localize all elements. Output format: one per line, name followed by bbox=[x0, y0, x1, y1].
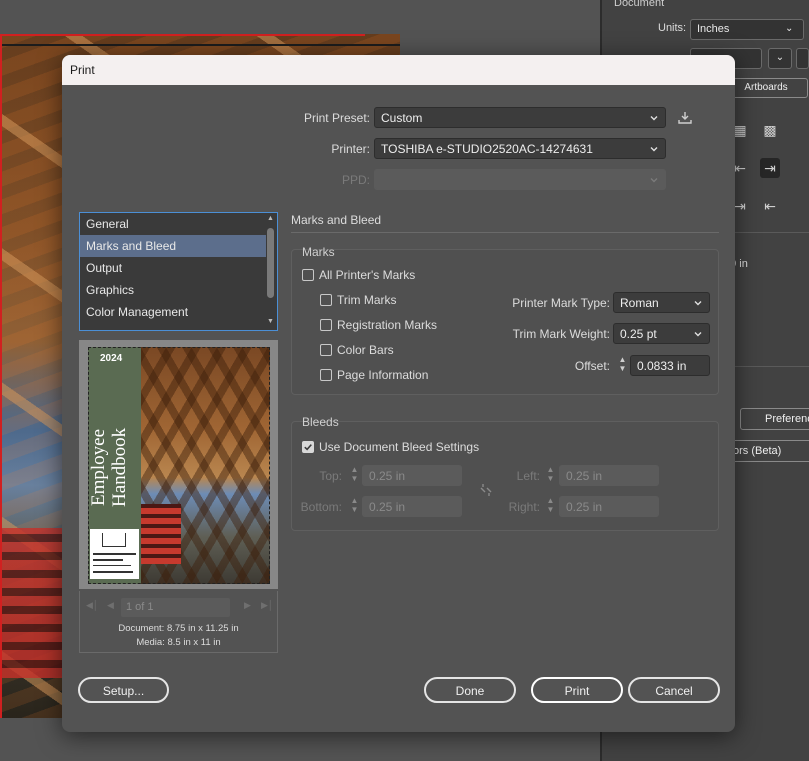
scroll-up-icon[interactable]: ▲ bbox=[266, 215, 275, 225]
print-preset-value: Custom bbox=[381, 111, 423, 125]
link-broken-icon bbox=[479, 482, 493, 498]
offset-input[interactable]: 0.0833 in bbox=[630, 355, 710, 376]
marks-group-title: Marks bbox=[302, 245, 335, 259]
cancel-button[interactable]: Cancel bbox=[628, 677, 720, 703]
printer-label: Printer: bbox=[331, 142, 370, 156]
page-field: 1 of 1 bbox=[121, 598, 230, 617]
bleed-bottom-stepper-icon: ▲ ▼ bbox=[350, 496, 359, 514]
bleed-left-stepper-icon: ▲ ▼ bbox=[546, 465, 555, 483]
category-list[interactable]: General Marks and Bleed Output Graphics … bbox=[79, 212, 278, 331]
printer-dropdown[interactable]: TOSHIBA e-STUDIO2520AC-14274631 bbox=[374, 138, 666, 159]
print-dialog: Print Print Preset: Custom Printer: TOSH… bbox=[62, 55, 735, 732]
dialog-title: Print bbox=[70, 63, 95, 77]
document-size-info: Document: 8.75 in x 11.25 in bbox=[118, 623, 239, 634]
scroll-thumb[interactable] bbox=[267, 228, 274, 298]
chevron-down-icon bbox=[692, 297, 704, 309]
section-divider bbox=[291, 232, 719, 233]
bleeds-group-title: Bleeds bbox=[302, 415, 339, 429]
done-button[interactable]: Done bbox=[424, 677, 516, 703]
registration-marks-label: Registration Marks bbox=[337, 318, 438, 332]
bleed-top-input: 0.25 in bbox=[362, 465, 462, 486]
category-scrollbar[interactable]: ▲ ▼ bbox=[265, 214, 276, 329]
bleed-right-stepper-icon: ▲ ▼ bbox=[546, 496, 555, 514]
trim-marks-checkbox[interactable] bbox=[320, 294, 332, 306]
print-preset-dropdown[interactable]: Custom bbox=[374, 107, 666, 128]
printer-mark-type-value: Roman bbox=[620, 296, 659, 310]
ppd-label: PPD: bbox=[341, 173, 370, 187]
beta-button[interactable]: ors (Beta) bbox=[724, 440, 809, 462]
category-item-color-management[interactable]: Color Management bbox=[80, 301, 266, 323]
category-item-graphics[interactable]: Graphics bbox=[80, 279, 266, 301]
dialog-title-bar: Print bbox=[62, 55, 735, 85]
all-printers-marks-label: All Printer's Marks bbox=[319, 268, 416, 282]
chevron-down-icon: ⌄ bbox=[775, 52, 785, 63]
page-information-label: Page Information bbox=[337, 368, 429, 382]
chevron-down-icon bbox=[648, 112, 660, 124]
color-bars-checkbox[interactable] bbox=[320, 344, 332, 356]
use-document-bleed-checkbox[interactable] bbox=[302, 441, 314, 453]
bleed-bottom-input: 0.25 in bbox=[362, 496, 462, 517]
bleed-left-input: 0.25 in bbox=[559, 465, 659, 486]
chevron-down-icon bbox=[648, 143, 660, 155]
transparency-grid-icon[interactable]: ▩ bbox=[760, 120, 780, 140]
chevron-down-icon: ⌄ bbox=[785, 23, 794, 34]
artboards-button[interactable]: Artboards bbox=[724, 78, 808, 98]
checkmark-icon bbox=[304, 444, 312, 451]
units-value: Inches bbox=[697, 23, 730, 35]
bleed-top-label: Top: bbox=[319, 469, 342, 483]
last-page-icon[interactable]: ▶│ bbox=[261, 600, 274, 611]
previous-page-icon[interactable]: ◀ bbox=[107, 600, 114, 611]
printer-value: TOSHIBA e-STUDIO2520AC-14274631 bbox=[381, 142, 593, 156]
panel-dropdown-toggle[interactable]: ⌄ bbox=[768, 48, 792, 69]
units-label: Units: bbox=[658, 22, 687, 34]
chevron-down-icon bbox=[648, 174, 660, 186]
bleed-left-label: Left: bbox=[516, 469, 540, 483]
bleed-top-stepper-icon: ▲ ▼ bbox=[350, 465, 359, 483]
artboard-edge bbox=[0, 44, 400, 46]
trim-mark-weight-dropdown[interactable]: 0.25 pt bbox=[613, 323, 710, 344]
category-item-marks-and-bleed[interactable]: Marks and Bleed bbox=[80, 235, 266, 257]
snap-icon[interactable]: ⇥ bbox=[760, 158, 780, 178]
panel-heading: Document bbox=[614, 0, 665, 9]
page-thumbnail: 2024 Employee Handbook bbox=[88, 347, 270, 584]
page-bounds bbox=[88, 347, 270, 584]
bleed-guide-top bbox=[0, 34, 365, 36]
registration-marks-checkbox[interactable] bbox=[320, 319, 332, 331]
color-bars-label: Color Bars bbox=[337, 343, 394, 357]
category-item-general[interactable]: General bbox=[80, 213, 266, 235]
category-item-output[interactable]: Output bbox=[80, 257, 266, 279]
ppd-dropdown bbox=[374, 169, 666, 190]
scroll-down-icon[interactable]: ▼ bbox=[266, 318, 275, 328]
print-preview: 2024 Employee Handbook bbox=[79, 340, 278, 589]
page-information-checkbox[interactable] bbox=[320, 369, 332, 381]
next-page-icon[interactable]: ▶ bbox=[244, 600, 251, 611]
printer-mark-type-dropdown[interactable]: Roman bbox=[613, 292, 710, 313]
media-size-info: Media: 8.5 in x 11 in bbox=[136, 637, 221, 648]
all-printers-marks-checkbox[interactable] bbox=[302, 269, 314, 281]
printer-mark-type-label: Printer Mark Type: bbox=[512, 296, 610, 310]
save-preset-icon[interactable] bbox=[676, 109, 694, 127]
offset-stepper-icon[interactable]: ▲ ▼ bbox=[616, 355, 629, 376]
trim-mark-weight-value: 0.25 pt bbox=[620, 327, 657, 341]
panel-field-small[interactable] bbox=[796, 48, 809, 69]
bleed-right-input: 0.25 in bbox=[559, 496, 659, 517]
setup-button[interactable]: Setup... bbox=[78, 677, 169, 703]
section-title: Marks and Bleed bbox=[291, 213, 382, 227]
print-preset-label: Print Preset: bbox=[303, 111, 370, 125]
distribute-icon[interactable]: ⇤ bbox=[760, 196, 780, 216]
offset-label: Offset: bbox=[574, 359, 610, 373]
use-document-bleed-label: Use Document Bleed Settings bbox=[319, 440, 480, 454]
bleed-bottom-label: Bottom: bbox=[300, 500, 342, 514]
first-page-icon[interactable]: ◀│ bbox=[86, 600, 99, 611]
trim-mark-weight-label: Trim Mark Weight: bbox=[512, 327, 610, 341]
bleed-right-label: Right: bbox=[508, 500, 540, 514]
print-button[interactable]: Print bbox=[531, 677, 623, 703]
units-dropdown[interactable]: Inches ⌄ bbox=[690, 19, 804, 40]
chevron-down-icon bbox=[692, 328, 704, 340]
trim-marks-label: Trim Marks bbox=[337, 293, 397, 307]
preferences-button[interactable]: Preference bbox=[740, 408, 809, 430]
bleed-guide-left bbox=[0, 34, 2, 718]
